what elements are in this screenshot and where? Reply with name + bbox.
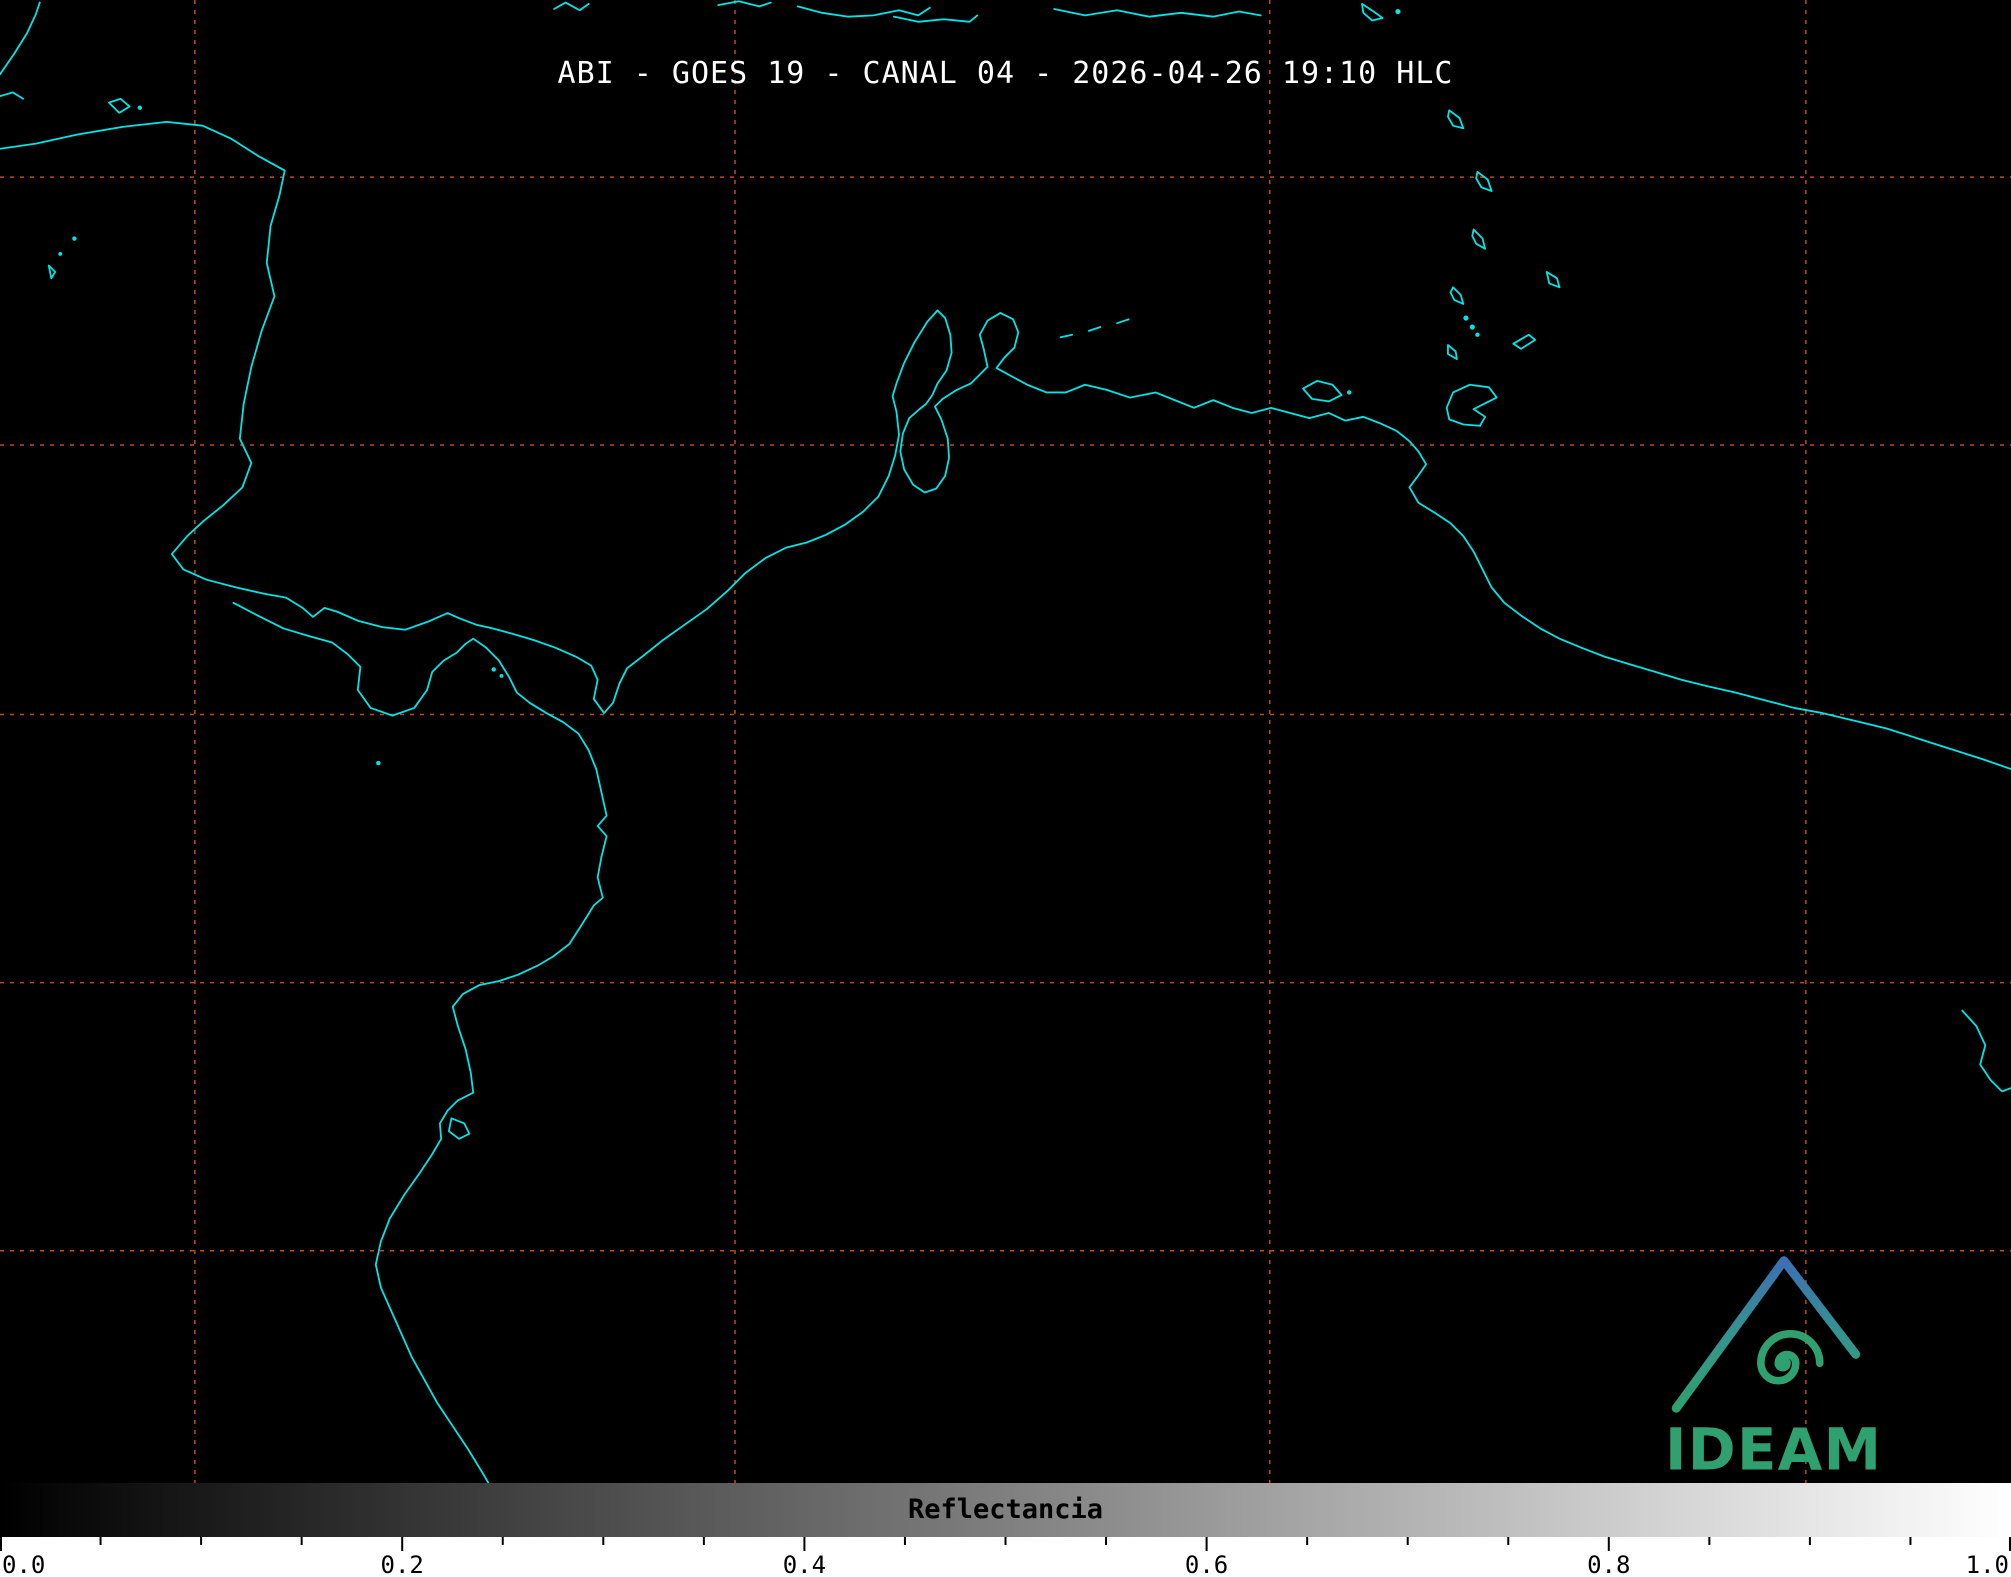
tick-label: 1.0	[1966, 1551, 2009, 1577]
tick-label: 0.2	[381, 1551, 424, 1577]
logo-mountain-icon	[1676, 1261, 1856, 1408]
image-title: ABI - GOES 19 - CANAL 04 - 2026-04-26 19…	[0, 56, 2011, 91]
logo-hurricane-spiral-icon	[1761, 1334, 1820, 1381]
logo-wordmark: IDEAM	[1665, 1416, 1882, 1483]
colorbar-gradient: Reflectancia	[0, 1483, 2011, 1537]
colorbar-axis: 0.0 0.2 0.4 0.6 0.8 1.0	[0, 1537, 2011, 1577]
tick-label: 0.6	[1185, 1551, 1228, 1577]
graticule	[0, 0, 2011, 1483]
coastline-islands	[49, 4, 1560, 1139]
goes-satellite-product: IDEAM ABI - GOES 19 - CANAL 04 - 2026-04…	[0, 0, 2011, 1577]
ideam-logo: IDEAM	[1665, 1261, 1882, 1483]
tick-label: 0.4	[783, 1551, 826, 1577]
tick-label: 0.8	[1587, 1551, 1630, 1577]
colorbar-label: Reflectancia	[0, 1483, 2011, 1537]
colorbar-tick-layer: 0.0 0.2 0.4 0.6 0.8 1.0	[0, 1537, 2011, 1577]
satellite-map: IDEAM	[0, 0, 2011, 1483]
island-dots	[58, 9, 1479, 765]
coastline-right-edge	[1962, 1011, 2011, 1092]
coastlines: IDEAM	[0, 1, 2011, 1483]
coastline-abc-islands	[1061, 319, 1129, 337]
tick-label: 0.0	[2, 1551, 45, 1577]
coastline-pacific	[233, 603, 606, 1483]
